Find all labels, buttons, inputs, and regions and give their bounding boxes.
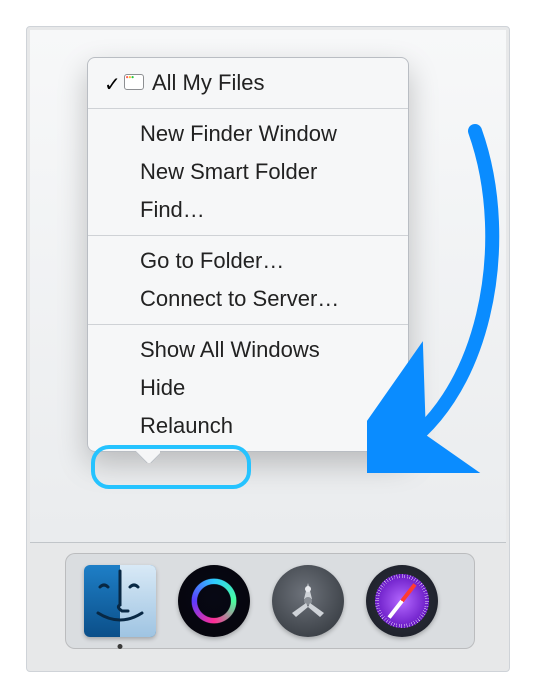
menu-item-label: Show All Windows <box>140 337 320 362</box>
menu-item-show-all-windows[interactable]: Show All Windows <box>88 331 408 369</box>
window-icon <box>124 74 144 90</box>
menu-separator <box>88 108 408 109</box>
menu-item-label: All My Files <box>152 70 264 95</box>
menu-item-label: Go to Folder… <box>140 248 284 273</box>
menu-item-find[interactable]: Find… <box>88 191 408 229</box>
menu-item-relaunch[interactable]: Relaunch <box>88 407 408 445</box>
checkmark-icon: ✓ <box>104 70 121 100</box>
menu-callout-pointer <box>136 449 160 463</box>
menu-item-go-to-folder[interactable]: Go to Folder… <box>88 242 408 280</box>
siri-icon[interactable] <box>178 565 250 637</box>
screenshot-frame: ✓ All My Files New Finder Window New Sma… <box>26 26 510 672</box>
menu-item-new-smart-folder[interactable]: New Smart Folder <box>88 153 408 191</box>
finder-icon[interactable] <box>84 565 156 637</box>
dock <box>65 553 475 649</box>
menu-item-label: Relaunch <box>140 413 233 438</box>
menu-separator <box>88 324 408 325</box>
dock-running-indicator <box>118 644 123 649</box>
menu-item-label: Hide <box>140 375 185 400</box>
menu-separator <box>88 235 408 236</box>
menu-item-hide[interactable]: Hide <box>88 369 408 407</box>
menu-item-all-my-files[interactable]: ✓ All My Files <box>88 64 408 102</box>
menu-item-label: New Smart Folder <box>140 159 317 184</box>
safari-icon[interactable] <box>366 565 438 637</box>
menu-item-label: New Finder Window <box>140 121 337 146</box>
menu-item-label: Connect to Server… <box>140 286 339 311</box>
launchpad-icon[interactable] <box>272 565 344 637</box>
menu-item-connect-to-server[interactable]: Connect to Server… <box>88 280 408 318</box>
menu-item-new-finder-window[interactable]: New Finder Window <box>88 115 408 153</box>
menu-item-label: Find… <box>140 197 205 222</box>
finder-context-menu: ✓ All My Files New Finder Window New Sma… <box>87 57 409 452</box>
